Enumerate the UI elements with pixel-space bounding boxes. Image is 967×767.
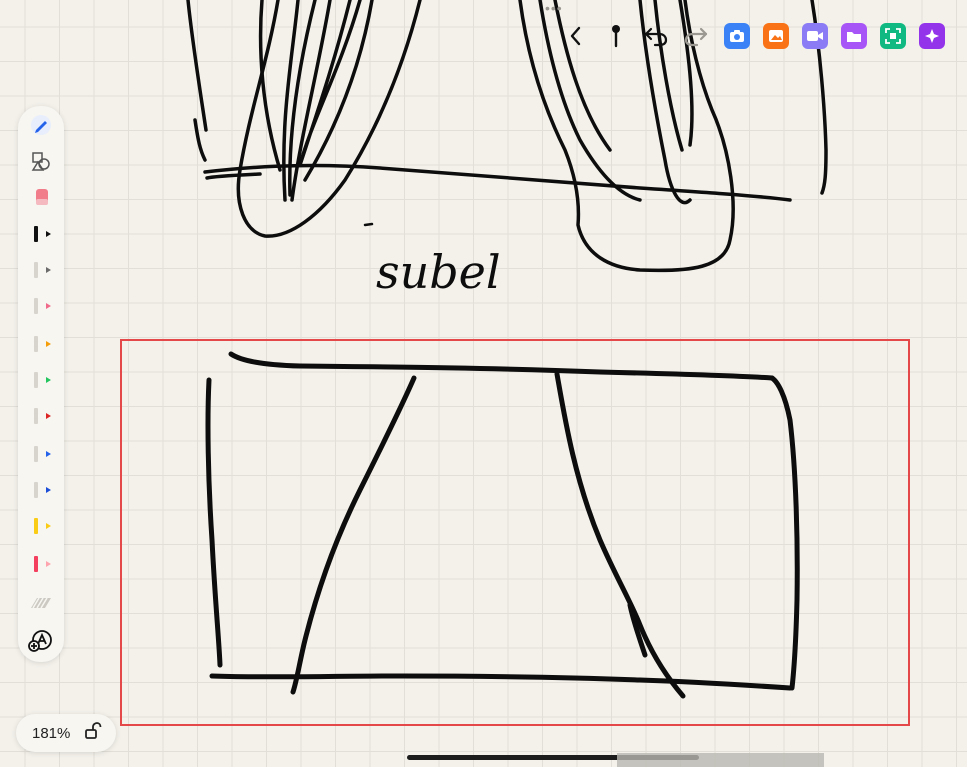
bottom-overlay: [617, 753, 824, 767]
shapes-icon[interactable]: [26, 148, 56, 174]
pen-green[interactable]: [24, 370, 51, 392]
sparkle-icon[interactable]: [919, 23, 945, 49]
video-icon[interactable]: [802, 23, 828, 49]
lock-icon[interactable]: [84, 721, 102, 745]
pin-icon[interactable]: [600, 20, 632, 52]
pen-black[interactable]: [24, 224, 51, 246]
lasso-icon[interactable]: [26, 590, 56, 616]
folder-icon[interactable]: [841, 23, 867, 49]
camera-icon[interactable]: [724, 23, 750, 49]
handwritten-word: subel: [376, 245, 501, 299]
pencil-icon[interactable]: [26, 112, 56, 138]
highlighter-yellow[interactable]: [24, 516, 51, 538]
zoom-control[interactable]: 181%: [16, 714, 116, 752]
pen-red[interactable]: [24, 406, 51, 428]
pen-dark-blue[interactable]: [24, 480, 51, 502]
pen-gray[interactable]: [24, 260, 51, 282]
highlighter-red[interactable]: [24, 554, 51, 576]
scan-icon[interactable]: [880, 23, 906, 49]
image-icon[interactable]: [763, 23, 789, 49]
back-icon[interactable]: [560, 20, 592, 52]
add-tool-icon[interactable]: [26, 628, 56, 654]
top-toolbar: [560, 14, 965, 58]
selection-rectangle[interactable]: [120, 339, 910, 726]
eraser-icon[interactable]: [26, 184, 56, 210]
zoom-level: 181%: [32, 724, 71, 742]
redo-icon[interactable]: [680, 20, 712, 52]
toolbar-grabber[interactable]: •••: [545, 1, 563, 15]
tool-palette: [18, 106, 64, 662]
pen-pink[interactable]: [24, 296, 51, 318]
undo-icon[interactable]: [640, 20, 672, 52]
pen-orange[interactable]: [24, 334, 51, 356]
pen-blue[interactable]: [24, 444, 51, 466]
